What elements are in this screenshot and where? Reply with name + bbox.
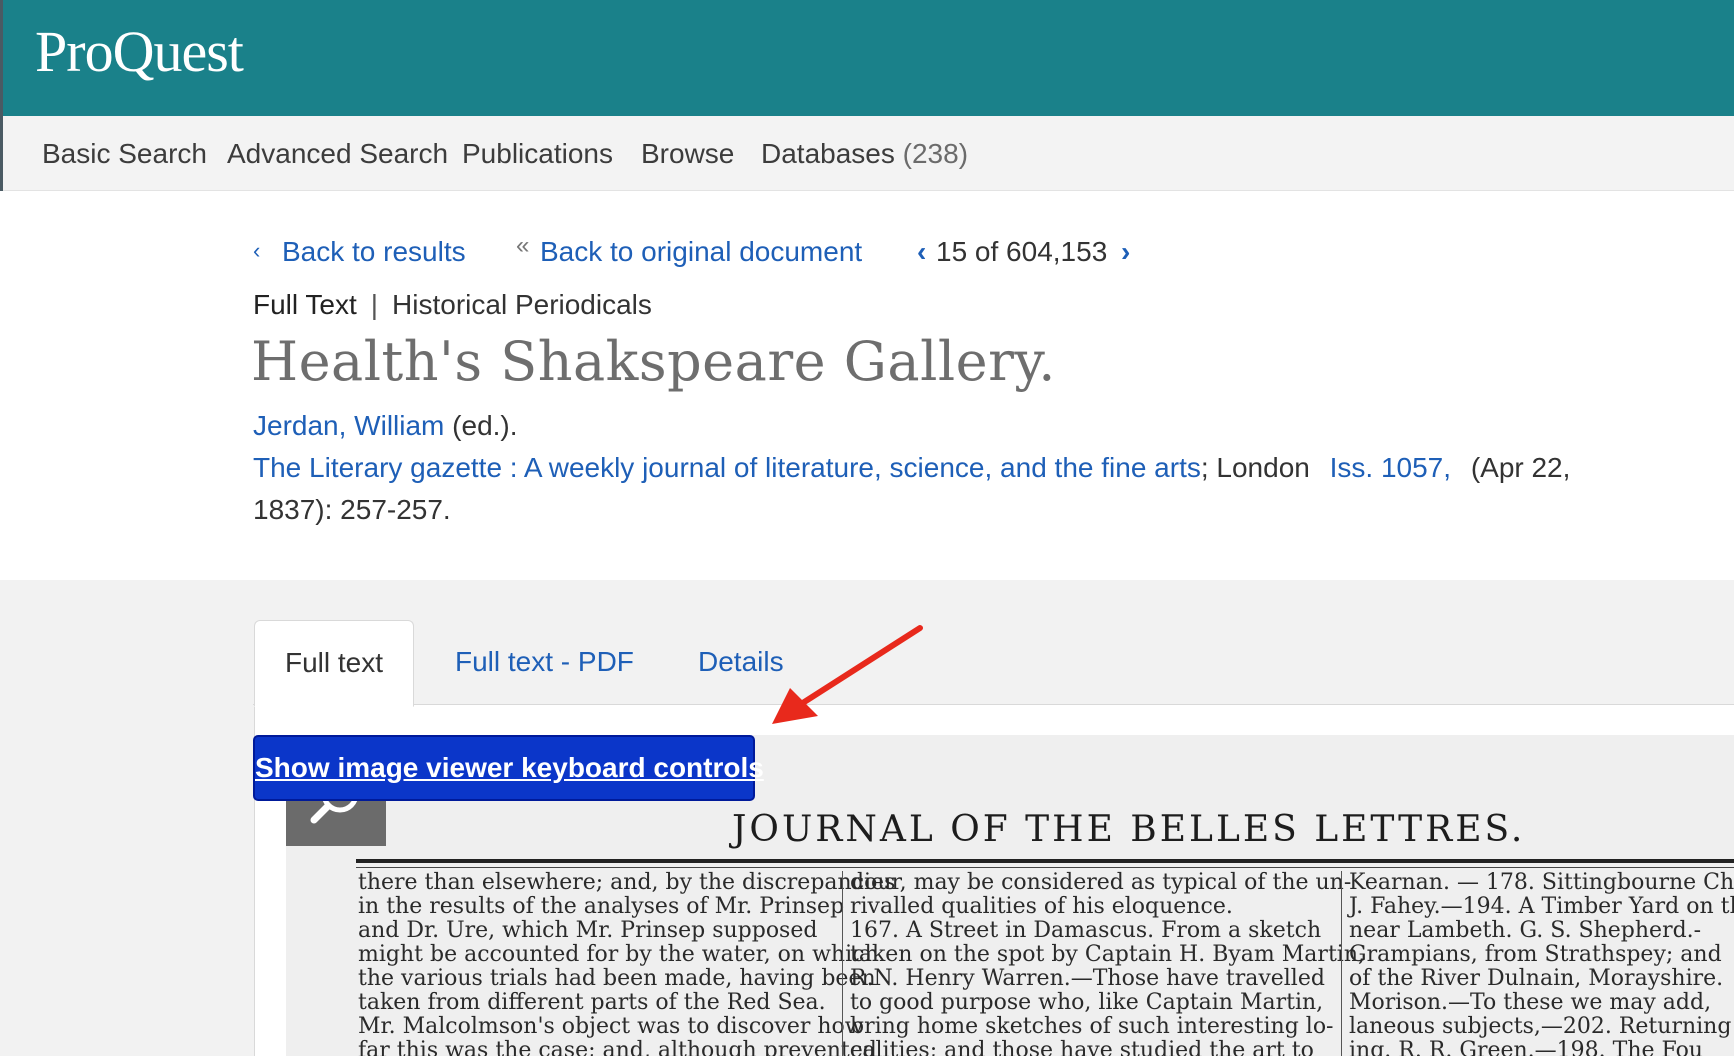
scan-column-2: dour, may be considered as typical of th… [850,871,1365,1056]
nav-databases[interactable]: Databases (238) [761,138,968,170]
author-role: (ed.). [444,410,518,441]
breadcrumb-source: Historical Periodicals [392,289,652,320]
result-position: 15 of 604,153 [936,236,1108,267]
publication-date-start: (Apr 22, [1470,452,1571,483]
back-to-original-link[interactable]: Back to original document [540,236,862,268]
scan-line: dour, may be considered as typical of th… [850,870,1352,895]
scan-column-1: there than elsewhere; and, by the discre… [358,871,895,1056]
publication-date-rest: 1837): 257-257. [253,494,451,525]
publication-place: ; London [1200,452,1310,483]
databases-count: (238) [902,138,969,169]
scan-line: rivalled qualities of his eloquence. [850,894,1233,919]
nav-databases-label: Databases [761,138,895,169]
nav-advanced-search[interactable]: Advanced Search [227,138,448,170]
scan-line: taken on the spot by Captain H. Byam Mar… [850,942,1365,967]
previous-result-icon[interactable]: ‹ [917,236,926,268]
scan-line: far this was the case; and, although pre… [358,1038,877,1056]
main-nav: Basic Search Advanced Search Publication… [3,116,1734,191]
show-keyboard-controls-button[interactable]: Show image viewer keyboard controls [253,735,764,801]
citation-line: The Literary gazette : A weekly journal … [253,452,1570,484]
scan-line: Grampians, from Strathspey; and [1349,942,1722,967]
back-to-results-link[interactable]: Back to results [282,236,466,268]
nav-basic-search[interactable]: Basic Search [42,138,207,170]
author-link[interactable]: Jerdan, William [253,410,444,441]
proquest-logo[interactable]: ProQuest [35,18,244,85]
author-line: Jerdan, William (ed.). [253,410,518,442]
scan-line: Mr. Malcolmson's object was to discover … [358,1014,864,1039]
scan-line: 167. A Street in Damascus. From a sketch [850,918,1322,943]
scan-line: bring home sketches of such interesting … [850,1014,1334,1039]
scan-line: near Lambeth. G. S. Shepherd.- [1349,918,1702,943]
annotation-arrow-icon [772,625,923,724]
scan-line: R.N. Henry Warren.—Those have travelled [850,966,1325,991]
nav-browse[interactable]: Browse [641,138,734,170]
scan-line: in the results of the analyses of Mr. Pr… [358,894,845,919]
tab-full-text-pdf[interactable]: Full text - PDF [425,620,664,704]
scan-line: might be accounted for by the water, on … [358,942,879,967]
magnifier-icon [310,775,359,824]
scan-line: there than elsewhere; and, by the discre… [358,870,896,895]
page-title: Health's Shakspeare Gallery. [251,330,1056,393]
scan-line: Morison.—To these we may add, [1349,990,1712,1015]
scan-rule-thin [356,867,1734,868]
publication-link[interactable]: The Literary gazette : A weekly journal … [253,452,1201,483]
scan-column-divider [842,871,843,1056]
chevron-left-icon: ‹ [253,238,261,263]
issue-link[interactable]: Iss. 1057, [1330,452,1451,483]
scan-line: to good purpose who, like Captain Martin… [850,990,1324,1015]
scan-line: Kearnan. — 178. Sittingbourne Chu [1349,870,1734,895]
double-chevron-left-icon: « [516,232,530,259]
scan-line: ing. R. R. Green.—198. The Fou [1349,1038,1703,1056]
scan-line: laneous subjects,—202. Returning fr [1349,1014,1734,1039]
scan-line: J. Fahey.—194. A Timber Yard on th [1349,894,1734,919]
tab-full-text[interactable]: Full text [254,620,415,707]
breadcrumb-separator: | [370,289,379,320]
scan-line: the various trials had been made, having… [358,966,876,991]
scan-line: taken from different parts of the Red Se… [358,990,826,1015]
zoom-icon[interactable] [286,775,386,846]
breadcrumb-type: Full Text [253,289,357,320]
scan-heading: JOURNAL OF THE BELLES LETTRES. [732,809,1526,850]
scan-line: of the River Dulnain, Morayshire. [1349,966,1724,991]
breadcrumb: Full Text | Historical Periodicals [253,289,652,321]
next-result-icon[interactable]: › [1121,236,1130,268]
scan-line: calities; and those have studied the art… [850,1038,1314,1056]
scan-column-3: Kearnan. — 178. Sittingbourne Chu J. Fah… [1349,871,1734,1056]
scan-rule [356,859,1734,863]
scan-column-divider [1341,871,1342,1056]
scan-line: and Dr. Ure, which Mr. Prinsep supposed [358,918,818,943]
app-header: ProQuest [3,0,1734,116]
nav-publications[interactable]: Publications [462,138,613,170]
